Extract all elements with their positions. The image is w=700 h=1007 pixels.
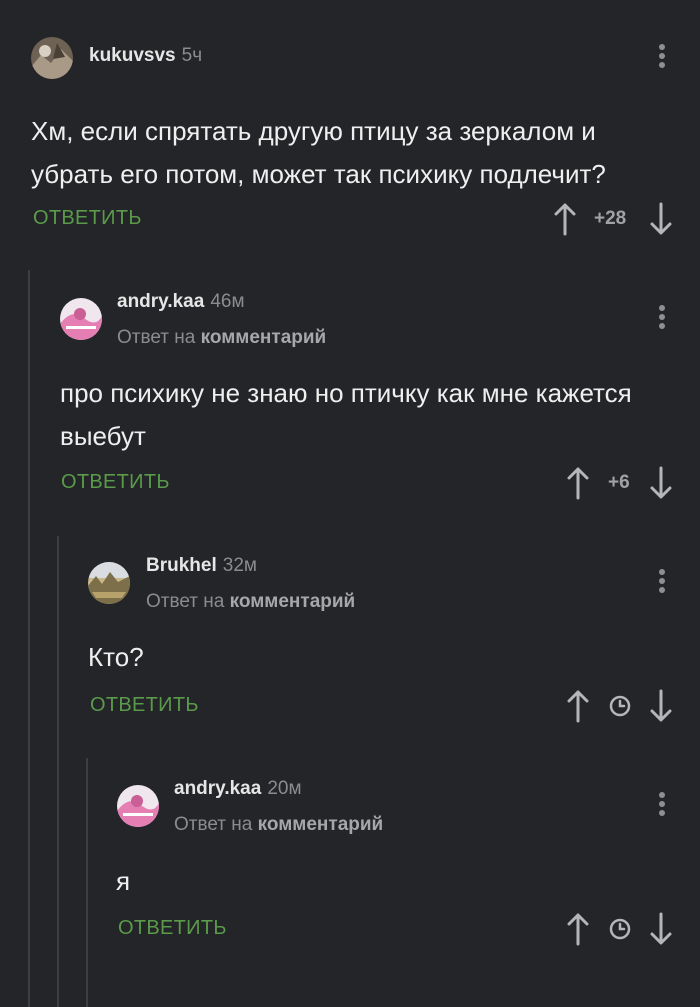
- reply-to-link[interactable]: комментарий: [230, 591, 356, 612]
- vote-controls: +28: [550, 202, 680, 238]
- arrow-up-icon[interactable]: [565, 466, 591, 500]
- reply-button[interactable]: ОТВЕТИТЬ: [33, 207, 142, 230]
- avatar[interactable]: [60, 298, 102, 340]
- more-vertical-icon[interactable]: [652, 42, 672, 72]
- score: +28: [594, 208, 627, 229]
- username[interactable]: andry.kaa 20м: [174, 778, 302, 800]
- username[interactable]: kukuvsvs 5ч: [89, 45, 202, 67]
- more-vertical-icon[interactable]: [652, 303, 672, 333]
- reply-to-label: Ответ на комментарий: [117, 327, 327, 348]
- arrow-down-icon[interactable]: [648, 202, 674, 236]
- arrow-up-icon[interactable]: [565, 689, 591, 723]
- arrow-down-icon[interactable]: [648, 912, 674, 946]
- reply-button[interactable]: ОТВЕТИТЬ: [118, 917, 227, 940]
- vote-controls: [563, 912, 680, 948]
- comment-time: 5ч: [181, 45, 203, 66]
- thread-line-level-2: [57, 536, 59, 1007]
- avatar[interactable]: [31, 37, 73, 79]
- arrow-down-icon[interactable]: [648, 466, 674, 500]
- thread-line-level-1: [28, 270, 30, 1007]
- clock-icon: [609, 695, 631, 717]
- comment-text: Хм, если спрятать другую птицу за зеркал…: [31, 116, 606, 189]
- reply-to-label: Ответ на комментарий: [146, 591, 356, 612]
- reply-button[interactable]: ОТВЕТИТЬ: [61, 471, 170, 494]
- comment-time: 46м: [210, 291, 245, 312]
- more-vertical-icon[interactable]: [652, 567, 672, 597]
- comment-time: 32м: [222, 555, 257, 576]
- comment-time: 20м: [267, 778, 302, 799]
- comment-text: Кто?: [88, 642, 144, 672]
- username[interactable]: andry.kaa 46м: [117, 291, 245, 313]
- avatar[interactable]: [117, 785, 159, 827]
- arrow-down-icon[interactable]: [648, 689, 674, 723]
- thread-line-level-3: [86, 758, 88, 1007]
- arrow-up-icon[interactable]: [565, 912, 591, 946]
- more-vertical-icon[interactable]: [652, 790, 672, 820]
- comment-text: про психику не знаю но птичку как мне ка…: [60, 378, 632, 451]
- reply-to-label: Ответ на комментарий: [174, 814, 384, 835]
- username[interactable]: Brukhel 32м: [146, 555, 257, 577]
- vote-controls: [563, 689, 680, 725]
- score: +6: [608, 472, 630, 493]
- reply-to-link[interactable]: комментарий: [258, 814, 384, 835]
- vote-controls: +6: [563, 466, 680, 502]
- arrow-up-icon[interactable]: [552, 202, 578, 236]
- reply-button[interactable]: ОТВЕТИТЬ: [90, 694, 199, 717]
- avatar[interactable]: [88, 562, 130, 604]
- reply-to-link[interactable]: комментарий: [201, 327, 327, 348]
- clock-icon: [609, 918, 631, 940]
- comment-text: я: [116, 866, 131, 896]
